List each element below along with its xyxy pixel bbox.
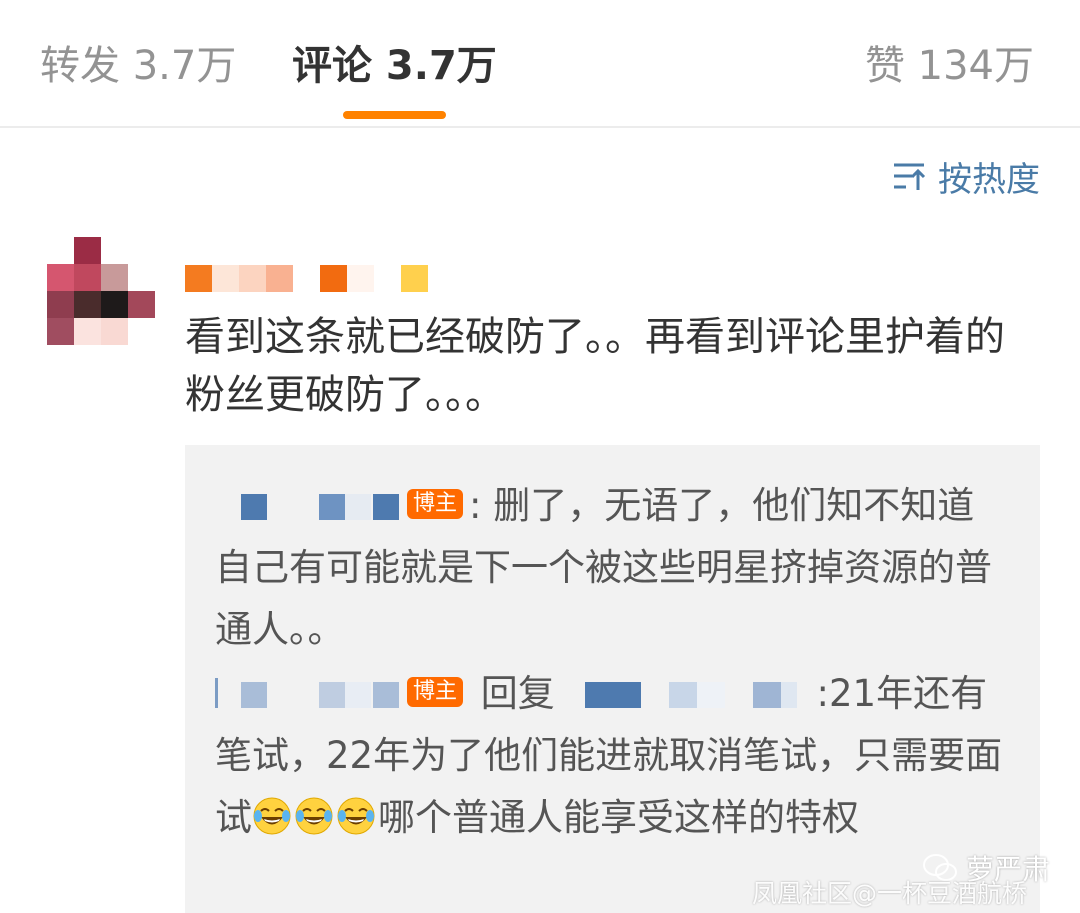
reply-text-after: 哪个普通人能享受这样的特权 xyxy=(378,796,859,839)
comment-text: 看到这条就已经破防了。。再看到评论里护着的粉丝更破防了。。。 xyxy=(185,314,1005,418)
sort-label: 按热度 xyxy=(938,159,1040,200)
laugh-cry-emoji xyxy=(295,797,333,834)
blogger-badge: 博主 xyxy=(407,488,464,519)
laugh-cry-emoji xyxy=(337,797,375,834)
reply-username[interactable] xyxy=(215,493,405,522)
tab-comment[interactable]: 评论 3.7万 xyxy=(292,40,497,92)
replied-username[interactable] xyxy=(584,681,817,710)
active-tab-indicator xyxy=(343,111,446,119)
laugh-cry-emoji xyxy=(253,797,291,834)
reply-item: 博主: 删了，无语了，他们知不知道自己有可能就是下一个被这些明星挤掉资源的普通人… xyxy=(215,475,1005,661)
tab-repost[interactable]: 转发 3.7万 xyxy=(40,40,236,92)
reply-item: 博主 回复 :21年还有笔试，22年为了他们能进就取消笔试，只需要面试 哪个普通人… xyxy=(215,663,1005,849)
blogger-badge: 博主 xyxy=(407,676,464,707)
reply-word: 回复 xyxy=(480,672,555,715)
reply-username[interactable] xyxy=(215,677,405,710)
reply-box[interactable]: 博主: 删了，无语了，他们知不知道自己有可能就是下一个被这些明星挤掉资源的普通人… xyxy=(185,445,1040,913)
watermark-source: 凤凰社区@一杯豆酒航桥 xyxy=(752,879,1028,908)
tab-bar: 转发 3.7万 评论 3.7万 赞 134万 xyxy=(0,0,1080,128)
avatar[interactable] xyxy=(47,237,155,345)
sort-icon xyxy=(894,163,926,190)
comment-username[interactable] xyxy=(185,265,435,293)
tab-like[interactable]: 赞 134万 xyxy=(865,40,1034,92)
sort-button[interactable]: 按热度 xyxy=(892,152,1040,200)
